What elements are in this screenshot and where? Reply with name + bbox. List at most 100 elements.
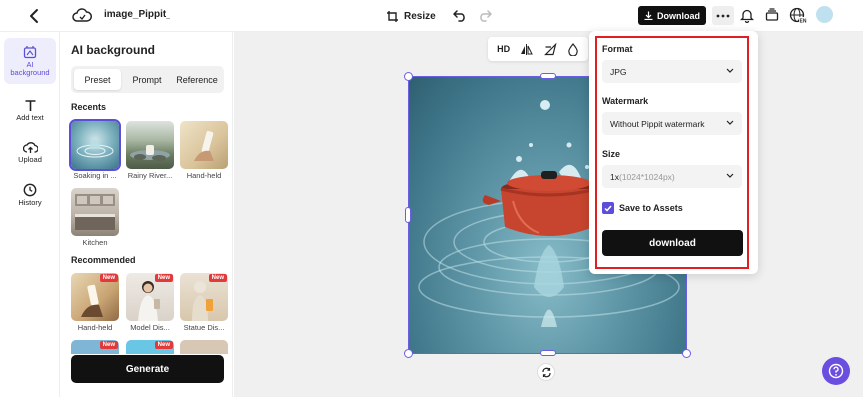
save-to-assets-label: Save to Assets — [619, 203, 683, 213]
soaking-image — [76, 139, 114, 158]
rail-item-history[interactable]: History — [4, 174, 56, 216]
recents-heading: Recents — [71, 102, 107, 112]
recommended-thumb-hand-held[interactable]: New — [71, 273, 119, 321]
image-toolbar: HD — [488, 37, 588, 61]
watermark-select[interactable]: Without Pippit watermark — [602, 112, 742, 135]
recent-label-rainy-river: Rainy River... — [127, 171, 173, 180]
chevron-down-icon — [726, 120, 734, 125]
download-button[interactable]: Download — [638, 6, 706, 25]
confirm-download-button[interactable]: download — [602, 230, 743, 256]
back-arrow-icon[interactable] — [26, 7, 44, 25]
recommended-thumb-model-display[interactable]: New — [126, 273, 174, 321]
cloud-save-icon[interactable] — [72, 7, 92, 25]
watermark-label: Watermark — [602, 96, 649, 106]
resize-handle-bottom-right[interactable] — [682, 349, 691, 358]
kitchen-image — [75, 194, 115, 230]
format-value: JPG — [610, 66, 627, 77]
resize-label: Resize — [404, 10, 436, 22]
upload-icon — [22, 142, 38, 154]
project-title[interactable]: image_Pippit_20 — [104, 9, 170, 20]
layers-icon[interactable] — [765, 8, 779, 22]
recent-thumb-soaking[interactable] — [69, 119, 121, 171]
flip-icon[interactable] — [520, 43, 534, 56]
redo-icon[interactable] — [478, 8, 492, 22]
rotate-button[interactable] — [537, 363, 555, 381]
ai-background-icon — [23, 45, 37, 58]
recommended-heading: Recommended — [71, 255, 136, 265]
rail-label-upload: Upload — [18, 155, 42, 165]
svg-text:EN: EN — [800, 19, 807, 25]
chevron-down-icon — [726, 68, 734, 73]
chevron-down-icon — [726, 173, 734, 178]
rail-label-add-text: Add text — [16, 113, 44, 123]
language-globe-icon[interactable]: EN — [789, 7, 807, 24]
rotate-icon — [541, 367, 551, 377]
color-drop-icon[interactable] — [567, 42, 579, 56]
recommended-label-hand-held: Hand-held — [77, 323, 113, 332]
recent-thumb-rainy-river[interactable] — [126, 121, 174, 169]
rail-label-history: History — [18, 197, 42, 207]
resize-button[interactable]: Resize — [386, 7, 436, 25]
recent-thumb-kitchen[interactable] — [71, 188, 119, 236]
size-select[interactable]: 1x (1024*1024px) — [602, 165, 742, 188]
resize-icon — [387, 10, 398, 22]
text-icon — [25, 100, 35, 112]
panel-tabs: Preset Prompt Reference — [71, 66, 224, 93]
ai-background-panel: AI background Preset Prompt Reference Re… — [61, 32, 233, 397]
size-value: 1x — [610, 171, 619, 182]
format-select[interactable]: JPG — [602, 60, 742, 83]
help-button[interactable] — [822, 357, 850, 385]
recommended-label-model-display: Model Dis... — [130, 323, 170, 332]
bell-icon[interactable] — [740, 8, 754, 23]
tab-prompt[interactable]: Prompt — [123, 69, 171, 90]
resize-handle-top-left[interactable] — [404, 72, 413, 81]
panel-title: AI background — [71, 43, 156, 57]
rail-item-upload[interactable]: Upload — [4, 132, 56, 174]
new-badge: New — [154, 341, 173, 349]
resize-handle-bottom-left[interactable] — [404, 349, 413, 358]
checkmark-icon — [604, 205, 612, 212]
recent-thumb-hand-held[interactable] — [180, 121, 228, 169]
size-detail: (1024*1024px) — [618, 171, 675, 182]
more-options-button[interactable] — [712, 6, 734, 25]
resize-handle-bottom[interactable] — [540, 350, 556, 356]
more-icon — [716, 14, 730, 17]
left-rail: AI background Add text Upload History — [0, 32, 60, 397]
save-to-assets-checkbox[interactable] — [602, 202, 614, 214]
download-icon — [644, 11, 653, 20]
rail-label-ai-background: AI background — [10, 59, 50, 77]
help-icon — [828, 363, 844, 379]
canvas-area: HD — [234, 32, 863, 397]
recommended-thumb-4[interactable]: New — [71, 340, 119, 354]
watermark-value: Without Pippit watermark — [610, 118, 705, 129]
rail-item-add-text[interactable]: Add text — [4, 90, 56, 132]
new-badge: New — [208, 274, 227, 282]
size-label: Size — [602, 149, 621, 159]
download-button-label: Download — [657, 10, 700, 21]
rail-item-ai-background[interactable]: AI background — [4, 38, 56, 84]
hd-button[interactable]: HD — [497, 44, 510, 54]
hand-held-image — [194, 131, 214, 161]
user-avatar[interactable] — [816, 6, 833, 23]
generate-button[interactable]: Generate — [71, 355, 224, 383]
rainy-river-image — [130, 145, 170, 161]
tab-preset[interactable]: Preset — [74, 69, 121, 90]
resize-handle-left[interactable] — [405, 207, 411, 223]
tab-reference[interactable]: Reference — [173, 69, 221, 90]
format-label: Format — [602, 44, 633, 54]
recent-label-hand-held: Hand-held — [186, 171, 222, 180]
new-badge: New — [154, 274, 173, 282]
cutout-icon[interactable] — [543, 42, 557, 56]
recommended-label-statue-display: Statue Dis... — [183, 323, 225, 332]
recommended-thumb-statue-display[interactable]: New — [180, 273, 228, 321]
resize-handle-top[interactable] — [540, 73, 556, 79]
new-badge: New — [99, 341, 118, 349]
recent-label-kitchen: Kitchen — [82, 238, 108, 247]
recommended-thumb-6[interactable] — [180, 340, 228, 354]
new-badge: New — [99, 274, 118, 282]
undo-icon[interactable] — [453, 8, 467, 22]
recent-label-soaking: Soaking in ... — [73, 171, 117, 180]
recommended-thumb-5[interactable]: New — [126, 340, 174, 354]
top-bar: image_Pippit_20 Resize Download EN — [0, 0, 863, 32]
history-icon — [23, 183, 37, 197]
